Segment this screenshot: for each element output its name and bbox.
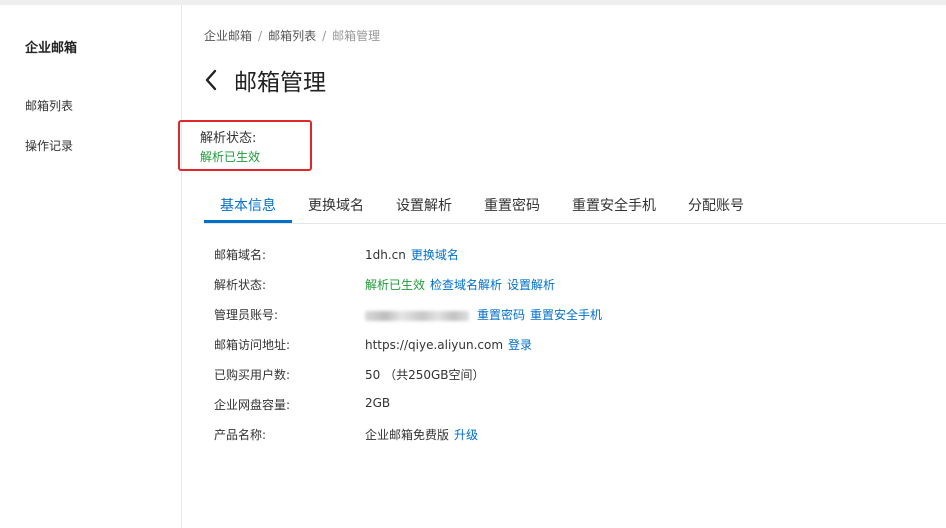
check-domain-resolve-link[interactable]: 检查域名解析 xyxy=(430,278,502,292)
domain-value: 1dh.cn xyxy=(365,248,406,262)
change-domain-link[interactable]: 更换域名 xyxy=(411,248,459,262)
breadcrumb: 企业邮箱 / 邮箱列表 / 邮箱管理 xyxy=(204,27,380,44)
resolve-value: 解析已生效 xyxy=(365,278,426,292)
sidebar: 企业邮箱 邮箱列表 操作记录 xyxy=(0,5,182,528)
info-value-wrap: 1dh.cn 更换域名 xyxy=(365,246,459,263)
resolve-status-label: 解析状态: xyxy=(200,131,257,146)
tab-change-domain[interactable]: 更换域名 xyxy=(308,195,364,215)
info-label: 产品名称: xyxy=(214,428,267,442)
resolve-status-value: 解析已生效 xyxy=(200,150,261,164)
info-label: 邮箱访问地址: xyxy=(214,338,291,352)
tab-bar: 基本信息 更换域名 设置解析 重置密码 重置安全手机 分配账号 xyxy=(204,191,946,224)
product-value: 企业邮箱免费版 xyxy=(365,428,450,442)
page-title: 邮箱管理 xyxy=(234,70,326,96)
info-label: 解析状态: xyxy=(214,278,267,292)
reset-security-phone-link[interactable]: 重置安全手机 xyxy=(530,308,602,322)
sidebar-item-operation-log[interactable]: 操作记录 xyxy=(25,137,73,154)
info-label: 已购买用户数: xyxy=(214,368,291,382)
main-content: 企业邮箱 / 邮箱列表 / 邮箱管理 邮箱管理 解析状态: 解析已生效 基本信息 更换域… xyxy=(178,5,946,528)
breadcrumb-current: 邮箱管理 xyxy=(332,29,381,43)
tab-assign-account[interactable]: 分配账号 xyxy=(688,195,744,215)
reset-password-link[interactable]: 重置密码 xyxy=(477,308,525,322)
tab-basic-info[interactable]: 基本信息 xyxy=(220,195,276,215)
breadcrumb-mailbox-list[interactable]: 邮箱列表 xyxy=(268,29,316,43)
disk-value: 2GB xyxy=(365,396,391,410)
info-value-wrap: 企业邮箱免费版 升级 xyxy=(365,426,478,443)
set-resolve-link[interactable]: 设置解析 xyxy=(507,278,555,292)
tab-active-indicator xyxy=(204,220,292,223)
info-label: 管理员账号: xyxy=(214,308,279,322)
info-value-wrap: 重置密码 重置安全手机 xyxy=(365,306,602,323)
info-value-wrap: 解析已生效 检查域名解析 设置解析 xyxy=(365,276,555,293)
login-link[interactable]: 登录 xyxy=(508,338,532,352)
info-label: 企业网盘容量: xyxy=(214,398,291,412)
upgrade-link[interactable]: 升级 xyxy=(454,428,478,442)
tab-reset-security-phone[interactable]: 重置安全手机 xyxy=(572,195,656,215)
info-label: 邮箱域名: xyxy=(214,248,267,262)
access-url: https://qiye.aliyun.com xyxy=(365,338,504,352)
breadcrumb-enterprise-mail[interactable]: 企业邮箱 xyxy=(204,29,252,43)
sidebar-item-mailbox-list[interactable]: 邮箱列表 xyxy=(25,97,73,114)
info-value-wrap: https://qiye.aliyun.com 登录 xyxy=(365,336,532,353)
tab-reset-password[interactable]: 重置密码 xyxy=(484,195,540,215)
breadcrumb-separator: / xyxy=(258,29,263,43)
users-value: 50 （共250GB空间） xyxy=(365,368,485,382)
tab-set-resolve[interactable]: 设置解析 xyxy=(396,195,452,215)
sidebar-title: 企业邮箱 xyxy=(25,41,78,56)
page-header: 邮箱管理 xyxy=(204,63,326,97)
breadcrumb-separator: / xyxy=(322,29,327,43)
chevron-left-icon[interactable] xyxy=(204,66,224,94)
resolve-status-highlight: 解析状态: 解析已生效 xyxy=(178,120,312,171)
redacted-admin-account xyxy=(365,310,469,321)
